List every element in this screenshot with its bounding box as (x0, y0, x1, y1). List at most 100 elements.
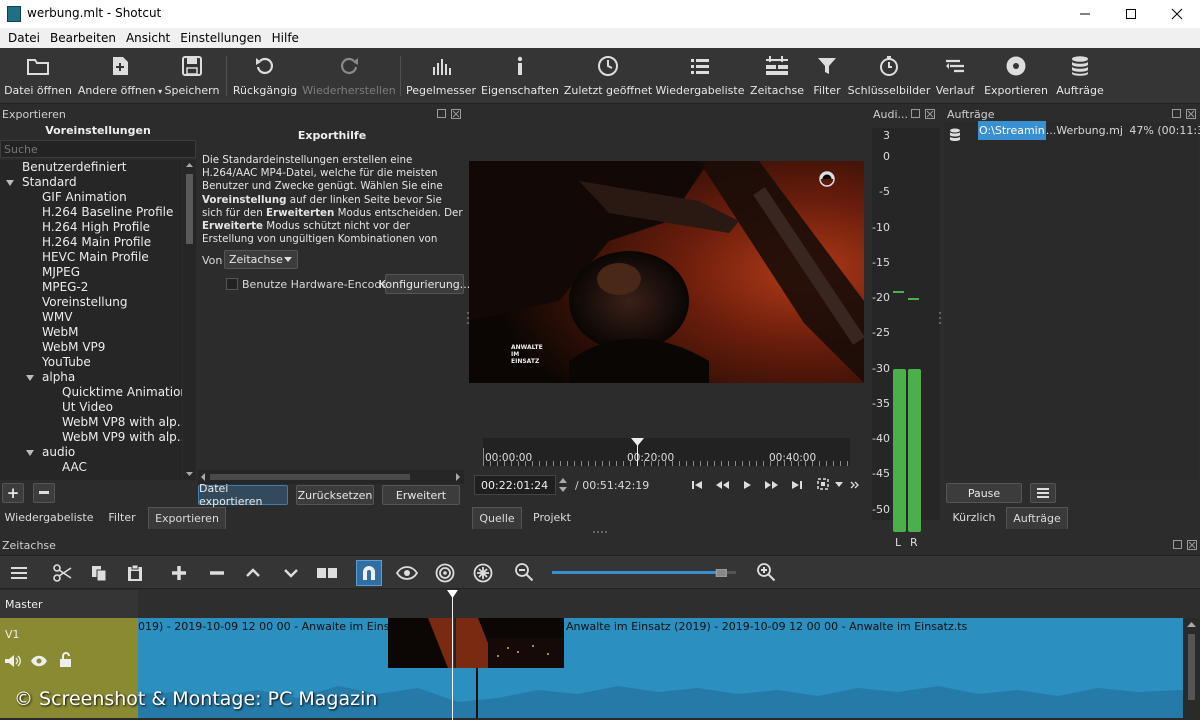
preset-item[interactable]: YouTube (0, 355, 182, 370)
add-preset-icon[interactable]: + (2, 483, 24, 503)
recent-button[interactable]: Zuletzt geöffnet (564, 48, 652, 104)
pause-button[interactable]: Pause (946, 483, 1022, 503)
panel-close-icon[interactable] (1187, 540, 1197, 550)
split-icon[interactable] (314, 560, 340, 586)
timeline-playhead[interactable] (447, 590, 458, 720)
remove-icon[interactable] (204, 560, 230, 586)
tab-project[interactable]: Projekt (526, 507, 578, 527)
preset-item[interactable]: AAC (0, 460, 182, 475)
preset-item[interactable]: Standard (0, 175, 182, 190)
keyframes-button[interactable]: Schlüsselbilder (848, 48, 930, 104)
undock-icon[interactable] (911, 109, 920, 118)
panel-close-icon[interactable] (451, 109, 461, 119)
more-actions-icon[interactable] (849, 479, 861, 491)
preset-item[interactable]: Voreinstellung (0, 295, 182, 310)
splitter-handle[interactable] (592, 530, 610, 534)
scrub-eye-icon[interactable] (394, 560, 420, 586)
chevron-down-icon[interactable] (834, 481, 844, 489)
menu-bearbeiten[interactable]: Bearbeiten (45, 31, 121, 45)
expand-arrow-icon[interactable] (26, 450, 34, 456)
time-spinner[interactable] (557, 475, 569, 495)
tab-source[interactable]: Quelle (472, 507, 522, 529)
overwrite-icon[interactable] (278, 560, 304, 586)
zoom-out-icon[interactable] (512, 560, 538, 586)
copy-icon[interactable] (86, 560, 112, 586)
expand-arrow-icon[interactable] (26, 375, 34, 381)
paste-icon[interactable] (122, 560, 148, 586)
preset-item[interactable]: WebM VP8 with alp... (0, 415, 182, 430)
redo-button[interactable]: Wiederherstellen (302, 48, 396, 104)
splitter-right[interactable] (937, 105, 943, 533)
save-button[interactable]: Speichern (162, 48, 222, 104)
preset-item[interactable]: alpha (0, 370, 182, 385)
preset-item[interactable]: GIF Animation (0, 190, 182, 205)
cut-icon[interactable] (50, 560, 76, 586)
history-button[interactable]: Verlauf (932, 48, 978, 104)
preset-item[interactable]: Ut Video (0, 400, 182, 415)
tab-recent[interactable]: Kürzlich (946, 507, 1002, 527)
eye-icon[interactable] (30, 655, 48, 667)
fast-forward-icon[interactable] (764, 478, 780, 492)
rewind-icon[interactable] (714, 478, 730, 492)
preset-item[interactable]: H.264 Baseline Profile (0, 205, 182, 220)
open-file-button[interactable]: Datei öffnen (4, 48, 72, 104)
undock-icon[interactable] (437, 109, 446, 118)
open-other-button[interactable]: Andere öffnen ▾ (78, 48, 162, 104)
lift-icon[interactable] (240, 560, 266, 586)
peak-meter-button[interactable]: Pegelmesser (406, 48, 476, 104)
player-playhead[interactable] (631, 438, 645, 466)
menu-hilfe[interactable]: Hilfe (267, 31, 304, 45)
preset-item[interactable]: WebM VP9 (0, 340, 182, 355)
play-icon[interactable] (741, 478, 753, 492)
menu-datei[interactable]: Datei (3, 31, 45, 45)
undock-icon[interactable] (1172, 109, 1181, 118)
panel-close-icon[interactable] (1186, 109, 1196, 119)
preset-item[interactable]: WebM VP9 with alp... (0, 430, 182, 445)
reset-button[interactable]: Zurücksetzen (296, 485, 374, 505)
zoom-fit-icon[interactable] (816, 477, 830, 491)
export-file-button[interactable]: Datei exportieren (198, 482, 288, 508)
panel-close-icon[interactable] (925, 109, 935, 119)
filter-button[interactable]: Filter (808, 48, 846, 104)
lock-icon[interactable] (58, 652, 74, 668)
ripple-icon[interactable] (432, 560, 458, 586)
timeline-ruler[interactable] (138, 590, 1200, 618)
zoom-slider[interactable] (552, 569, 736, 577)
timeline-menu-icon[interactable] (6, 560, 32, 586)
export-button[interactable]: Exportieren (984, 48, 1048, 104)
mute-icon[interactable] (4, 654, 22, 668)
preset-item[interactable]: WebM (0, 325, 182, 340)
preset-item[interactable]: MJPEG (0, 265, 182, 280)
menu-ansicht[interactable]: Ansicht (121, 31, 175, 45)
tab-playlist[interactable]: Wiedergabeliste (2, 507, 96, 527)
advanced-button[interactable]: Erweitert (382, 485, 460, 505)
hw-encoder-checkbox[interactable] (226, 278, 238, 290)
jobs-button[interactable]: Aufträge (1052, 48, 1108, 104)
preset-item[interactable]: audio (0, 445, 182, 460)
hamburger-menu-icon[interactable] (1030, 483, 1056, 503)
undock-icon[interactable] (1173, 540, 1182, 549)
expand-arrow-icon[interactable] (6, 180, 14, 186)
properties-button[interactable]: Eigenschaften (481, 48, 559, 104)
preset-tree-scrollbar[interactable] (183, 160, 196, 480)
tab-jobs[interactable]: Aufträge (1006, 507, 1068, 529)
playlist-button[interactable]: Wiedergabeliste (656, 48, 744, 104)
preset-item[interactable]: Quicktime Animation (0, 385, 182, 400)
preset-item[interactable]: HEVC Main Profile (0, 250, 182, 265)
remove-preset-icon[interactable] (33, 483, 55, 503)
maximize-icon[interactable] (1108, 0, 1154, 28)
current-time-field[interactable]: 00:22:01:24 (474, 475, 556, 495)
preset-item[interactable]: MPEG-2 (0, 280, 182, 295)
tab-filter[interactable]: Filter (100, 507, 144, 527)
from-select[interactable]: Zeitachse (224, 250, 298, 269)
timeline-vscrollbar[interactable] (1183, 618, 1200, 718)
preset-item[interactable]: WMV (0, 310, 182, 325)
undo-button[interactable]: Rückgängig (232, 48, 298, 104)
ripple-all-icon[interactable] (470, 560, 496, 586)
close-icon[interactable] (1154, 0, 1200, 28)
preset-item[interactable]: H.264 High Profile (0, 220, 182, 235)
skip-end-icon[interactable] (790, 478, 804, 492)
time-ruler[interactable]: 00:00:00 00:20:00 00:40:00 (483, 438, 850, 466)
video-preview[interactable]: ANWALTE IM EINSATZ (469, 161, 864, 383)
skip-start-icon[interactable] (690, 478, 704, 492)
